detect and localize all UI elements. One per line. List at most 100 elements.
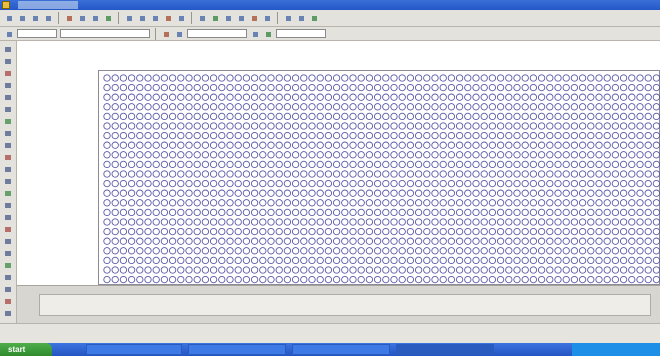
linetype-combo[interactable] (276, 29, 326, 38)
copy-object-icon[interactable] (3, 237, 13, 246)
open-icon[interactable] (17, 13, 27, 23)
circle-array-drawing[interactable] (98, 70, 660, 285)
tool-palettes-icon[interactable] (223, 13, 233, 23)
array-circle (382, 199, 390, 207)
undo-icon[interactable] (124, 13, 134, 23)
array-circle (332, 170, 341, 178)
rotate-icon[interactable] (3, 297, 13, 306)
table-icon[interactable] (3, 201, 13, 210)
array-circle (439, 151, 447, 159)
match-properties-icon[interactable] (103, 13, 113, 23)
make-block-icon[interactable] (3, 153, 13, 162)
design-center-icon[interactable] (210, 13, 220, 23)
taskbar-window-button[interactable] (86, 344, 182, 355)
color-icon[interactable] (161, 29, 171, 39)
array-circle (521, 275, 529, 284)
properties-icon[interactable] (197, 13, 207, 23)
spline-icon[interactable] (3, 117, 13, 126)
toolbar-separator (277, 12, 278, 24)
array-circle (193, 208, 201, 217)
array-circle (636, 275, 644, 284)
array-circle (316, 227, 324, 236)
array-circle (226, 160, 234, 169)
lineweight-icon[interactable] (250, 29, 260, 39)
help-icon[interactable] (283, 13, 293, 23)
erase-icon[interactable] (3, 225, 13, 234)
redo-icon[interactable] (137, 13, 147, 23)
print-icon[interactable] (43, 13, 53, 23)
array-circle (209, 227, 218, 236)
array-circle (496, 256, 505, 265)
layer-icon[interactable] (296, 13, 306, 23)
array-circle (103, 93, 111, 101)
layer-manager-icon[interactable] (4, 29, 14, 39)
array-circle (488, 160, 497, 169)
mirror-icon[interactable] (3, 249, 13, 258)
cut-icon[interactable] (64, 13, 74, 23)
layer-state-combo[interactable] (60, 29, 150, 38)
array-circle (349, 218, 357, 226)
ellipse-icon[interactable] (3, 129, 13, 138)
array-circle (619, 151, 628, 159)
menu-bar[interactable] (18, 1, 78, 9)
paste-icon[interactable] (90, 13, 100, 23)
array-circle (349, 131, 357, 140)
polyline-icon[interactable] (3, 57, 13, 66)
layer-combo[interactable] (17, 29, 57, 38)
array-circle (267, 256, 275, 265)
zoom-icon[interactable] (163, 13, 173, 23)
array-circle (406, 131, 415, 140)
mtext-icon[interactable] (3, 213, 13, 222)
hatch-icon[interactable] (3, 177, 13, 186)
array-circle (398, 160, 406, 169)
array-circle (242, 199, 251, 207)
array-circle (349, 83, 357, 92)
plot-style-icon[interactable] (263, 29, 273, 39)
calculator-icon[interactable] (262, 13, 272, 23)
start-button[interactable]: start (0, 343, 52, 356)
polygon-icon[interactable] (3, 69, 13, 78)
array-circle (537, 74, 546, 82)
new-icon[interactable] (4, 13, 14, 23)
array-circle (570, 208, 579, 217)
array-circle (193, 170, 201, 178)
region-icon[interactable] (3, 189, 13, 198)
array-circle (250, 131, 259, 140)
scale-icon[interactable] (3, 309, 13, 318)
array-circle (127, 74, 136, 82)
zoom-window-icon[interactable] (176, 13, 186, 23)
insert-block-icon[interactable] (3, 141, 13, 150)
array-circle (529, 160, 538, 169)
array-circle (234, 208, 242, 217)
arc-icon[interactable] (3, 93, 13, 102)
pan-icon[interactable] (150, 13, 160, 23)
style-icon[interactable] (309, 13, 319, 23)
offset-icon[interactable] (3, 261, 13, 270)
copy-icon[interactable] (77, 13, 87, 23)
color-combo[interactable] (187, 29, 247, 38)
array-circle (636, 83, 644, 92)
array-circle (144, 237, 152, 245)
move-icon[interactable] (3, 285, 13, 294)
point-icon[interactable] (3, 165, 13, 174)
array-circle (603, 199, 611, 207)
array-circle (652, 141, 660, 149)
array-circle (521, 218, 529, 226)
command-line[interactable] (39, 294, 651, 316)
array-circle (250, 227, 259, 236)
taskbar-window-button[interactable] (292, 344, 390, 355)
array-circle (521, 237, 529, 245)
array-circle (291, 170, 300, 178)
taskbar-window-button[interactable] (396, 344, 494, 355)
rectangle-icon[interactable] (3, 81, 13, 90)
linetype-icon[interactable] (174, 29, 184, 39)
circle-icon[interactable] (3, 105, 13, 114)
sheet-set-icon[interactable] (236, 13, 246, 23)
array-circle (423, 256, 431, 265)
taskbar-window-button[interactable] (188, 344, 286, 355)
array-circle (119, 208, 128, 217)
array-icon[interactable] (3, 273, 13, 282)
line-icon[interactable] (3, 45, 13, 54)
markup-icon[interactable] (249, 13, 259, 23)
save-icon[interactable] (30, 13, 40, 23)
